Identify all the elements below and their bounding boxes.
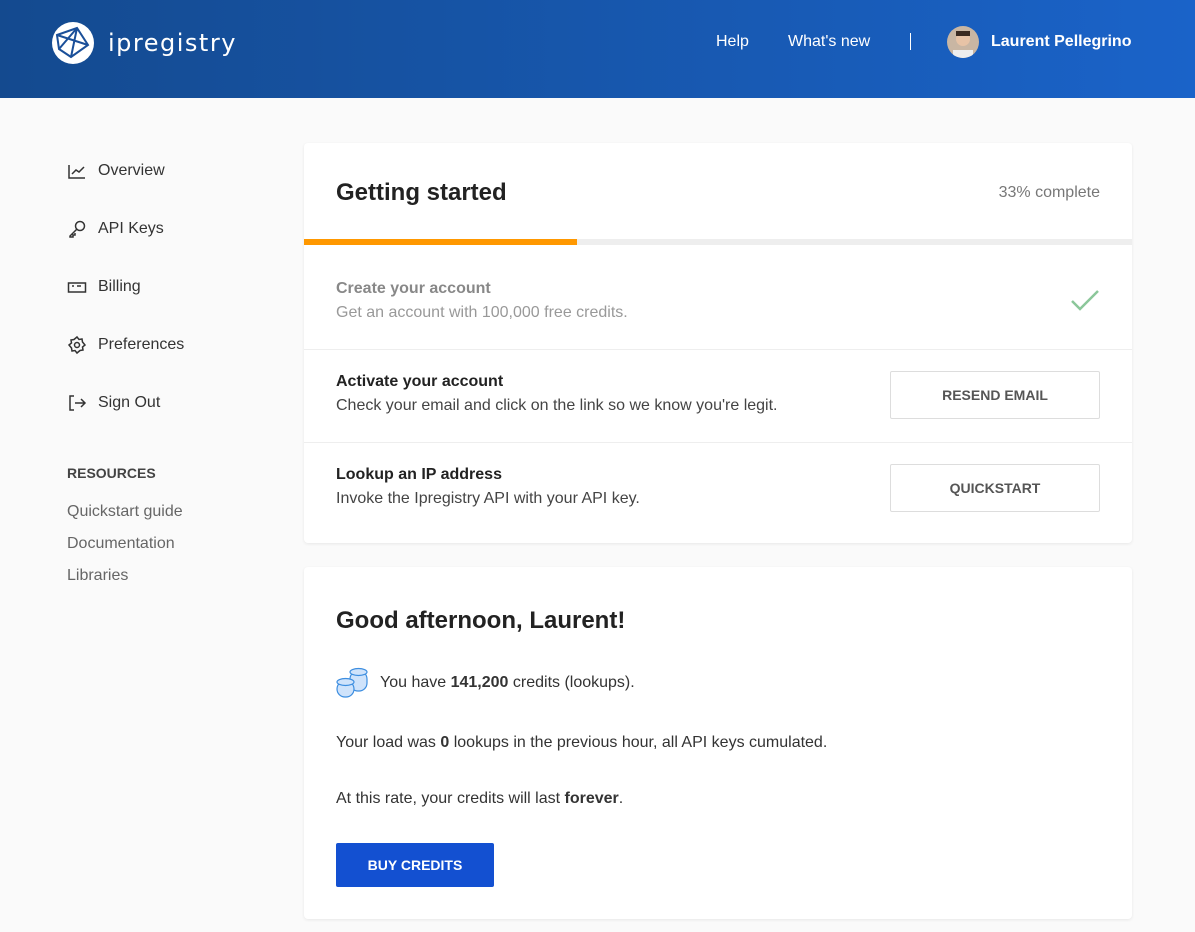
load-text: Your load was 0 lookups in the previous … — [336, 734, 827, 752]
rate-suffix: . — [618, 790, 624, 807]
rate-value: forever — [564, 790, 619, 807]
link-quickstart-guide[interactable]: Quickstart guide — [67, 503, 183, 521]
sidebar-item-label: Preferences — [98, 336, 185, 353]
load-prefix: Your load was — [336, 734, 441, 751]
sidebar-item-label: Billing — [98, 278, 141, 295]
resources-heading: RESOURCES — [67, 465, 156, 481]
progress-label: 33% complete — [998, 184, 1100, 201]
top-header: ipregistry Help What's new Laurent Pelle… — [0, 0, 1195, 98]
sidebar-item-overview[interactable]: Overview — [67, 161, 165, 181]
link-libraries[interactable]: Libraries — [67, 567, 128, 585]
rate-text: At this rate, your credits will last for… — [336, 790, 623, 808]
step-lookup-ip: Lookup an IP address Invoke the Ipregist… — [304, 442, 1132, 543]
step-title: Lookup an IP address — [336, 466, 502, 483]
globe-logo-icon — [52, 22, 94, 64]
sidebar-item-sign-out[interactable]: Sign Out — [67, 393, 160, 413]
gear-icon — [67, 335, 87, 355]
credits-text: You have 141,200 credits (lookups). — [380, 674, 635, 692]
sidebar-item-preferences[interactable]: Preferences — [67, 335, 184, 355]
chart-line-icon — [68, 165, 85, 179]
sidebar-item-api-keys[interactable]: API Keys — [67, 219, 164, 239]
user-name[interactable]: Laurent Pellegrino — [991, 33, 1131, 51]
getting-started-card: Getting started 33% complete Create your… — [304, 143, 1132, 543]
credits-prefix: You have — [380, 674, 451, 691]
load-suffix: lookups in the previous hour, all API ke… — [449, 734, 828, 751]
sidebar-item-billing[interactable]: Billing — [67, 277, 141, 297]
step-title: Create your account — [336, 280, 491, 297]
sidebar-item-label: API Keys — [98, 220, 164, 237]
greeting-title: Good afternoon, Laurent! — [336, 607, 626, 634]
link-documentation[interactable]: Documentation — [67, 535, 175, 553]
credits-suffix: credits (lookups). — [508, 674, 635, 691]
load-value: 0 — [440, 734, 450, 751]
nav-help[interactable]: Help — [716, 33, 749, 51]
avatar[interactable] — [947, 26, 979, 58]
sign-out-icon — [69, 395, 87, 411]
credits-value: 141,200 — [450, 674, 509, 691]
sidebar-item-label: Sign Out — [98, 394, 161, 411]
step-description: Invoke the Ipregistry API with your API … — [336, 490, 640, 507]
nav-divider — [910, 33, 911, 50]
nav-whats-new[interactable]: What's new — [788, 33, 870, 51]
brand-name: ipregistry — [108, 29, 237, 57]
brand-logo[interactable]: ipregistry — [51, 21, 237, 65]
check-icon — [1071, 290, 1099, 311]
money-bill-icon — [67, 282, 87, 293]
getting-started-title: Getting started — [336, 179, 507, 206]
step-create-account: Create your account Get an account with … — [304, 245, 1132, 350]
buy-credits-button[interactable]: BUY CREDITS — [336, 843, 494, 887]
welcome-card: Good afternoon, Laurent! You have 141,20… — [304, 567, 1132, 919]
key-icon — [69, 220, 86, 238]
resend-email-button[interactable]: RESEND EMAIL — [890, 371, 1100, 419]
quickstart-button[interactable]: QUICKSTART — [890, 464, 1100, 512]
coins-icon — [336, 667, 368, 698]
step-description: Get an account with 100,000 free credits… — [336, 304, 628, 321]
sidebar-item-label: Overview — [98, 162, 165, 179]
step-activate-account: Activate your account Check your email a… — [304, 349, 1132, 442]
step-description: Check your email and click on the link s… — [336, 397, 778, 414]
step-title: Activate your account — [336, 373, 504, 390]
rate-prefix: At this rate, your credits will last — [336, 790, 565, 807]
